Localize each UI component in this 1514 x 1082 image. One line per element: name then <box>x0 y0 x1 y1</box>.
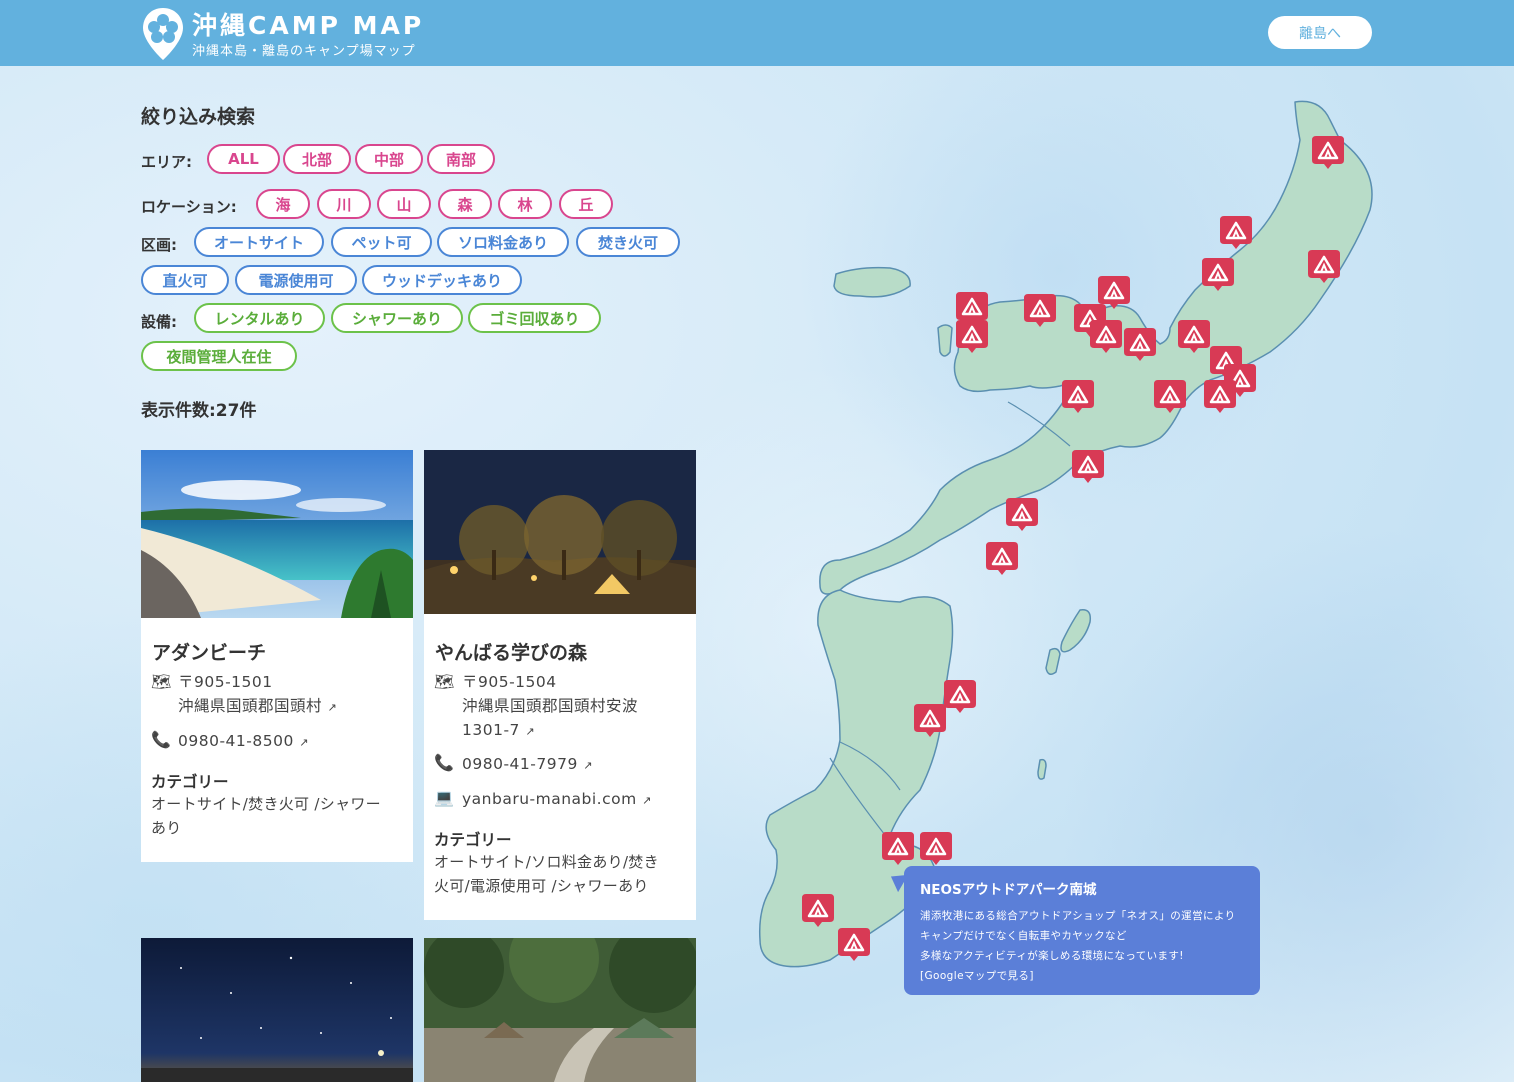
phone-icon: 📞 <box>434 753 454 772</box>
tent-marker-icon[interactable] <box>984 540 1020 576</box>
hibiscus-pin-icon[interactable] <box>140 6 186 62</box>
facility-chip-shower[interactable]: シャワーあり <box>331 303 463 333</box>
location-chip-forest[interactable]: 森 <box>438 189 492 219</box>
tent-marker-icon[interactable] <box>1022 292 1058 328</box>
category-text: 火可/電源使用可 /シャワーあり <box>434 877 649 895</box>
popup-title[interactable]: NEOSアウトドアパーク南城 <box>920 878 1244 898</box>
result-count: 表示件数:27件 <box>141 401 257 421</box>
popup-description: 浦添牧港にある総合アウトドアショップ「ネオス」の運営により <box>920 910 1236 922</box>
tent-marker-icon[interactable] <box>1088 318 1124 354</box>
camp-name[interactable]: やんばる学びの森 <box>435 638 587 665</box>
popup-description: キャンプだけでなく自転車やカヤックなど <box>920 930 1127 942</box>
category-label: カテゴリー <box>434 831 512 849</box>
section-chip-auto-site[interactable]: オートサイト <box>194 227 324 257</box>
category-text: あり <box>151 819 182 837</box>
location-chip-sea[interactable]: 海 <box>256 189 310 219</box>
location-chip-woods[interactable]: 林 <box>498 189 552 219</box>
camp-card[interactable] <box>141 938 413 1082</box>
external-link-icon: ↗ <box>327 701 338 714</box>
camp-card[interactable]: やんばる学びの森 🗺 〒905-1504 沖縄県国頭郡国頭村安波 1301-7 … <box>424 450 696 920</box>
night-sky-photo[interactable] <box>141 938 413 1082</box>
campsite-photo[interactable] <box>424 938 696 1082</box>
tent-marker-icon[interactable] <box>1060 378 1096 414</box>
area-label: エリア: <box>141 153 192 171</box>
section-chip-pet[interactable]: ペット可 <box>331 227 432 257</box>
tent-marker-icon[interactable] <box>912 702 948 738</box>
phone-link[interactable]: 0980-41-8500 ↗ <box>178 729 309 755</box>
popup-description: 多様なアクティビティが楽しめる環境になっています! <box>920 950 1184 962</box>
external-link-icon: ↗ <box>525 725 536 738</box>
category-text: オートサイト/焚き火可 /シャワー <box>151 795 381 813</box>
camp-card[interactable] <box>424 938 696 1082</box>
section-chip-direct-fire[interactable]: 直火可 <box>141 265 229 295</box>
website-link[interactable]: yanbaru-manabi.com ↗ <box>462 787 652 813</box>
map-icon: 🗺 <box>434 672 455 691</box>
facility-chip-night-manager[interactable]: 夜間管理人在住 <box>141 341 297 371</box>
forest-camp-photo[interactable] <box>424 450 696 614</box>
tent-marker-icon[interactable] <box>1176 318 1212 354</box>
section-chip-solo[interactable]: ソロ料金あり <box>437 227 569 257</box>
address-link[interactable]: 沖縄県国頭郡国頭村安波 <box>462 694 638 718</box>
tent-marker-icon[interactable] <box>918 830 954 866</box>
section-label: 区画: <box>141 236 177 254</box>
postal-code: 〒905-1501 <box>178 673 273 691</box>
address-link[interactable]: 沖縄県国頭郡国頭村 ↗ <box>178 694 337 720</box>
filter-title: 絞り込み検索 <box>141 106 256 128</box>
camp-popup[interactable]: NEOSアウトドアパーク南城 浦添牧港にある総合アウトドアショップ「ネオス」の運… <box>904 866 1260 995</box>
address-link[interactable]: 1301-7 ↗ <box>462 718 535 744</box>
tent-marker-icon[interactable] <box>800 892 836 928</box>
facility-chip-rental[interactable]: レンタルあり <box>194 303 325 333</box>
tent-marker-icon[interactable] <box>954 318 990 354</box>
google-map-link[interactable]: [Googleマップで見る] <box>920 966 1244 986</box>
tent-marker-icon[interactable] <box>1218 214 1254 250</box>
category-label: カテゴリー <box>151 773 229 791</box>
tent-marker-icon[interactable] <box>1004 496 1040 532</box>
external-link-icon: ↗ <box>299 736 309 749</box>
area-chip-all[interactable]: ALL <box>207 144 280 174</box>
external-link-icon: ↗ <box>642 794 652 807</box>
tent-marker-icon[interactable] <box>1200 256 1236 292</box>
tent-marker-icon[interactable] <box>1306 248 1342 284</box>
tent-marker-icon[interactable] <box>1310 134 1346 170</box>
site-title[interactable]: 沖縄CAMP MAP <box>192 6 424 42</box>
location-chip-river[interactable]: 川 <box>317 189 371 219</box>
island-button[interactable]: 離島へ <box>1268 16 1372 49</box>
tent-marker-icon[interactable] <box>1070 448 1106 484</box>
site-subtitle: 沖縄本島・離島のキャンプ場マップ <box>192 44 416 59</box>
tent-marker-icon[interactable] <box>836 926 872 962</box>
tent-marker-icon[interactable] <box>1202 378 1238 414</box>
tent-marker-icon[interactable] <box>1122 326 1158 362</box>
area-chip-south[interactable]: 南部 <box>427 144 495 174</box>
tent-marker-icon[interactable] <box>1152 378 1188 414</box>
location-chip-mountain[interactable]: 山 <box>377 189 431 219</box>
site-header: 沖縄CAMP MAP 沖縄本島・離島のキャンプ場マップ 離島へ <box>0 0 1514 66</box>
tent-marker-icon[interactable] <box>880 830 916 866</box>
beach-photo[interactable] <box>141 450 413 618</box>
phone-icon: 📞 <box>151 730 171 749</box>
map-icon: 🗺 <box>151 672 172 691</box>
phone-link[interactable]: 0980-41-7979 ↗ <box>462 752 593 778</box>
camp-name[interactable]: アダンビーチ <box>152 638 266 665</box>
postal-code: 〒905-1504 <box>462 673 557 691</box>
location-chip-hill[interactable]: 丘 <box>559 189 613 219</box>
area-chip-central[interactable]: 中部 <box>355 144 423 174</box>
camp-card[interactable]: アダンビーチ 🗺 〒905-1501 沖縄県国頭郡国頭村 ↗ 📞 0980-41… <box>141 450 413 862</box>
section-chip-wood-deck[interactable]: ウッドデッキあり <box>362 265 522 295</box>
external-link-icon: ↗ <box>583 759 593 772</box>
section-chip-bonfire[interactable]: 焚き火可 <box>576 227 680 257</box>
facility-chip-garbage[interactable]: ゴミ回収あり <box>468 303 601 333</box>
section-chip-power[interactable]: 電源使用可 <box>235 265 357 295</box>
okinawa-map[interactable] <box>740 90 1440 990</box>
facility-label: 設備: <box>141 313 177 331</box>
area-chip-north[interactable]: 北部 <box>283 144 351 174</box>
location-label: ロケーション: <box>141 198 237 216</box>
laptop-icon: 💻 <box>434 788 454 807</box>
category-text: オートサイト/ソロ料金あり/焚き <box>434 853 659 871</box>
